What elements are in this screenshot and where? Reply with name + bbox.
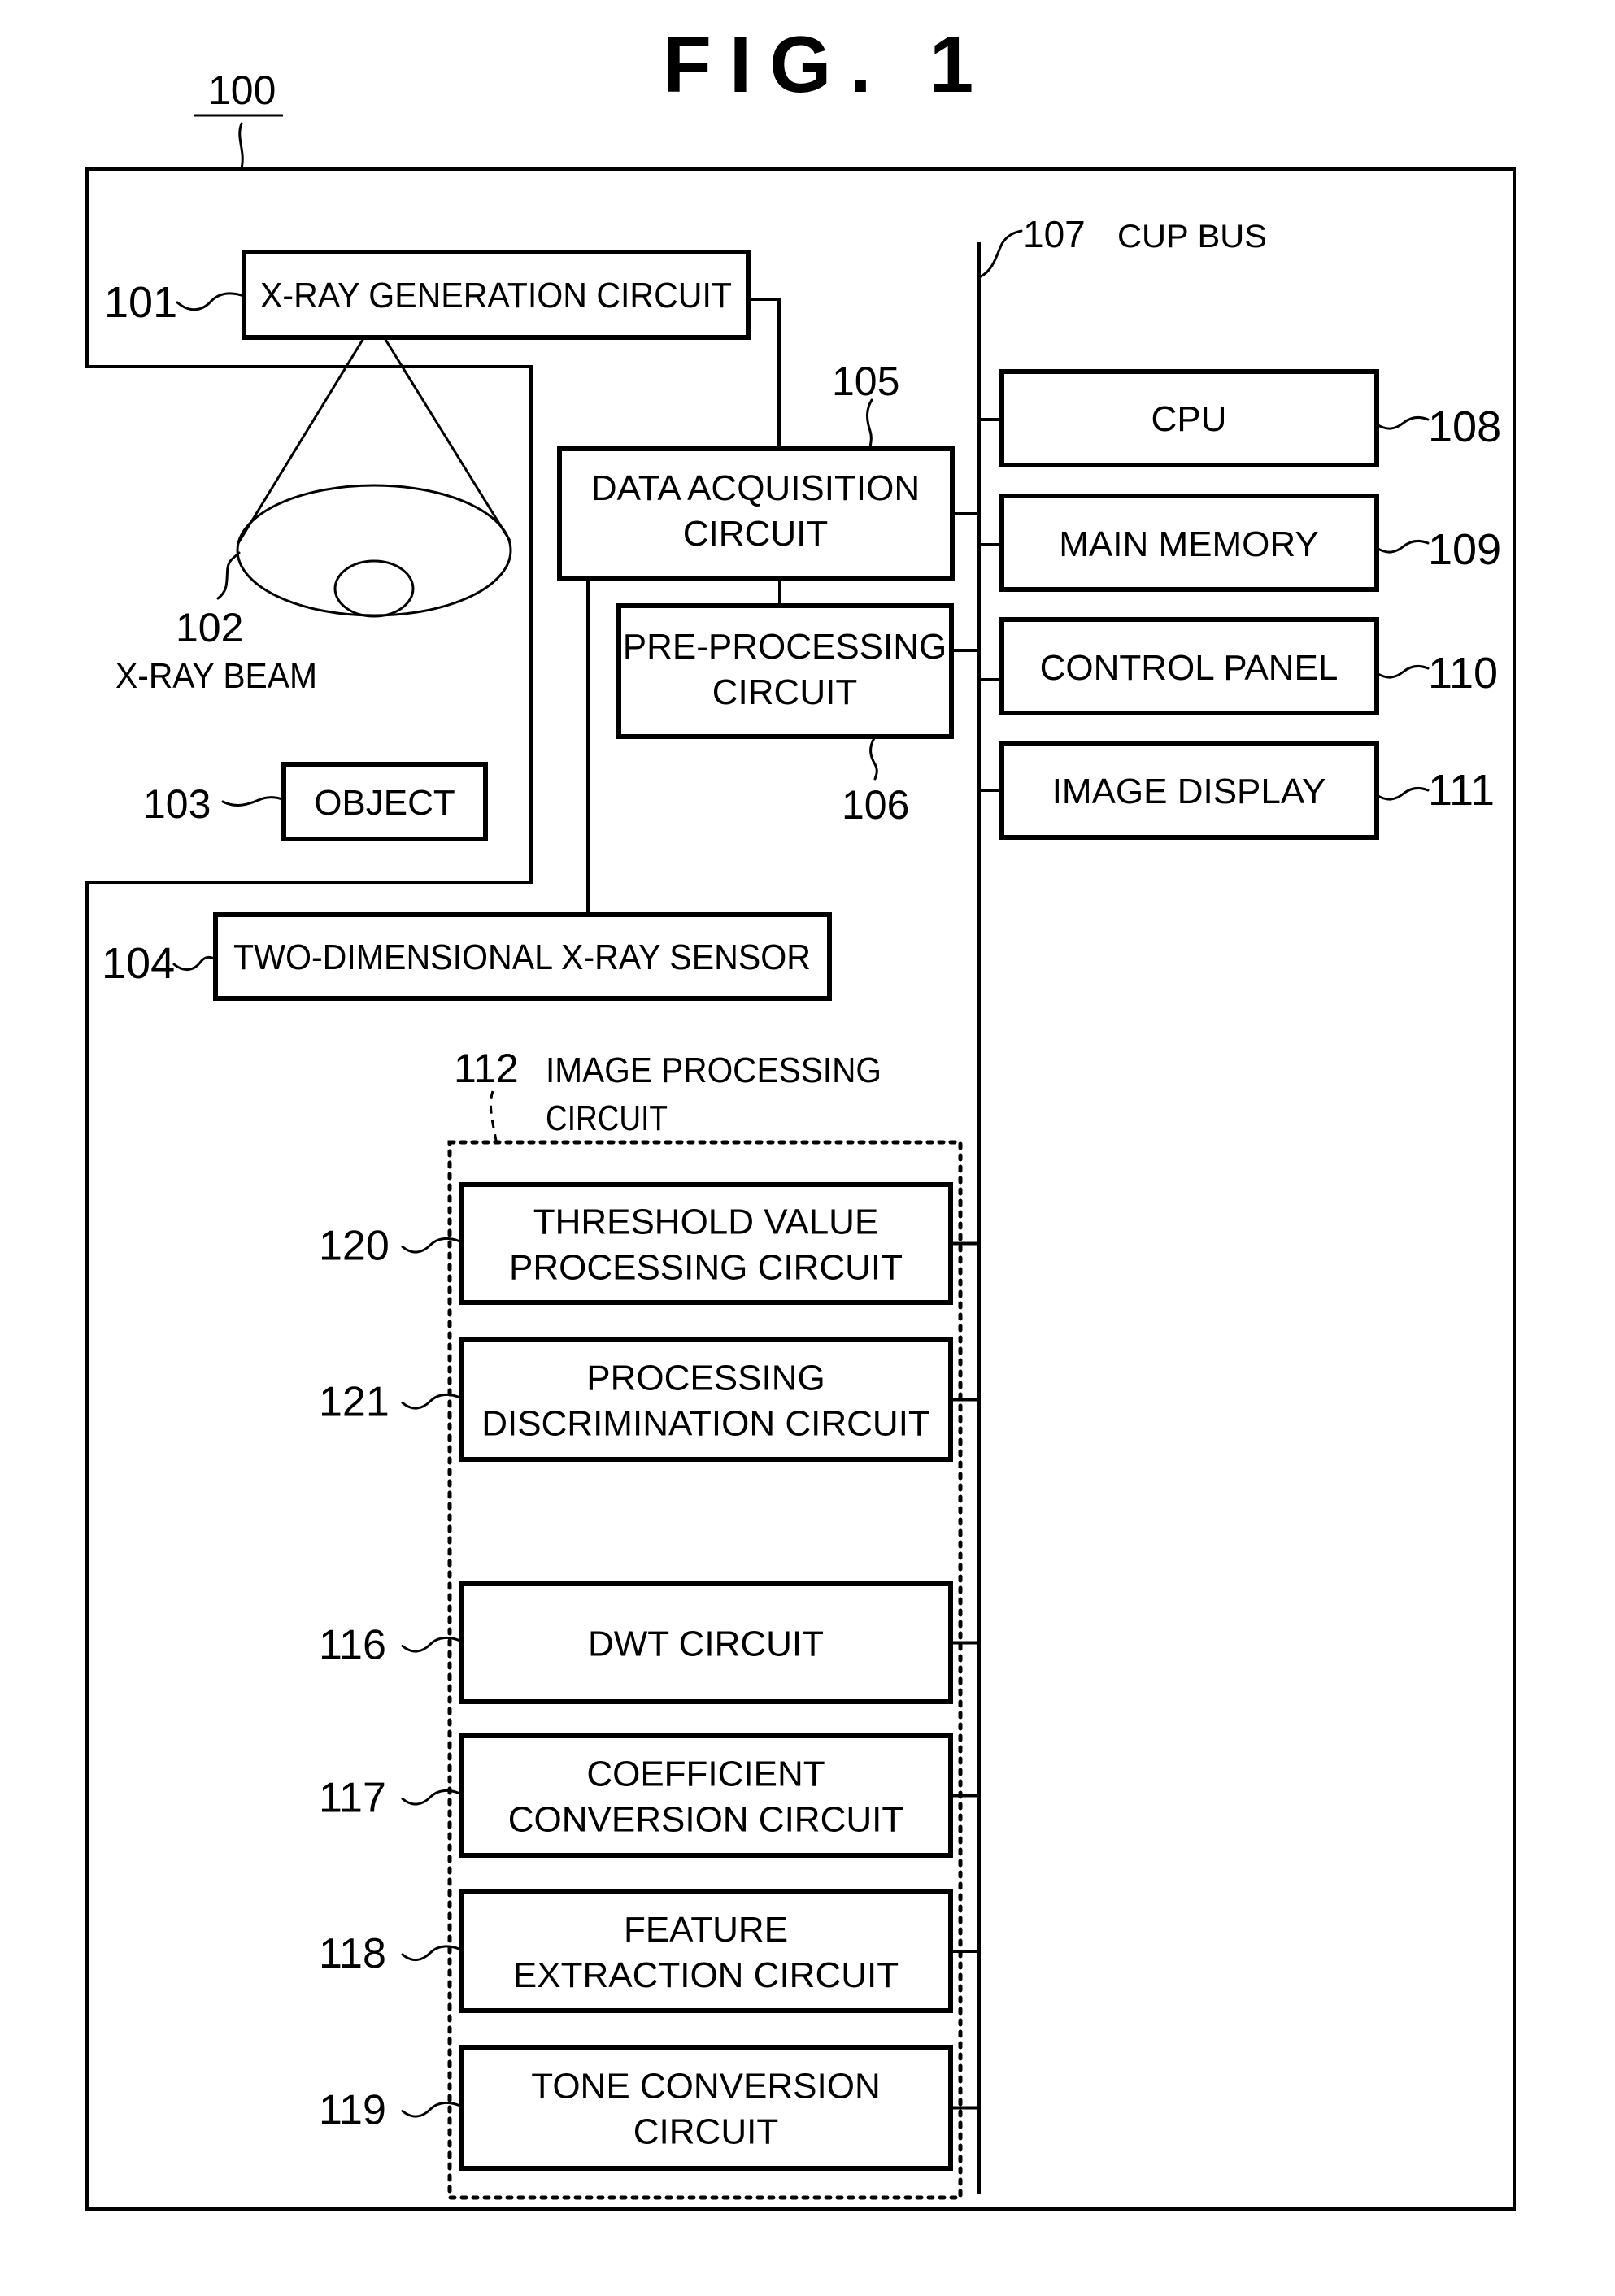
wire-xray-to-daq [748, 298, 781, 449]
image-display-ref: 111 [1428, 766, 1495, 815]
feature-extraction-leader [401, 1945, 463, 1961]
pre-processing-label-line2: CIRCUIT [712, 672, 857, 712]
tone-conversion-ref: 119 [319, 2087, 386, 2134]
cpu-label: CPU [1151, 399, 1227, 439]
sensor-label: TWO-DIMENSIONAL X-RAY SENSOR [233, 937, 811, 977]
main-memory-leader [1375, 539, 1430, 554]
block-diagram: FIG. 1 100 X-RAY GENERATION CIRCUIT 101 … [85, 20, 1516, 2211]
feature-extraction-label-line2: EXTRACTION CIRCUIT [513, 1955, 899, 1995]
xray-generation-label: X-RAY GENERATION CIRCUIT [260, 276, 732, 315]
pre-processing-box [616, 603, 954, 739]
object-leader [221, 796, 285, 807]
feature-extraction-ref: 118 [319, 1930, 386, 1977]
coefficient-conversion-ref: 117 [319, 1775, 386, 1822]
data-acquisition-ref: 105 [832, 359, 899, 404]
object: OBJECT 103 [143, 762, 488, 841]
threshold-value-processing-circuit: THRESHOLD VALUE PROCESSING CIRCUIT 120 [319, 1182, 979, 1305]
feature-extraction-circuit: FEATURE EXTRACTION CIRCUIT 118 [319, 1889, 979, 2013]
tone-conversion-label-line1: TONE CONVERSION [531, 2067, 880, 2107]
system-ref-leader [238, 122, 244, 170]
main-memory: MAIN MEMORY 109 [979, 494, 1501, 592]
control-panel-ref: 110 [1428, 649, 1498, 698]
control-panel-label: CONTROL PANEL [1040, 648, 1339, 688]
xray-generation-circuit: X-RAY GENERATION CIRCUIT 101 [104, 250, 751, 340]
tone-conversion-circuit: TONE CONVERSION CIRCUIT 119 [319, 2045, 979, 2171]
image-display-label: IMAGE DISPLAY [1052, 772, 1326, 811]
xray-beam-caption: X-RAY BEAM [115, 656, 317, 696]
beam-edge-left [237, 320, 376, 544]
beam-footprint-ellipse [236, 484, 512, 617]
main-memory-label: MAIN MEMORY [1059, 524, 1318, 564]
cpu: CPU 108 [979, 369, 1501, 467]
object-shadow-ellipse [333, 559, 415, 618]
image-display-leader [1375, 786, 1430, 801]
processing-discrimination-label-line2: DISCRIMINATION CIRCUIT [481, 1404, 930, 1444]
threshold-value-processing-label-line1: THRESHOLD VALUE [533, 1202, 879, 1242]
bus-ref: 107 [1023, 213, 1086, 255]
coefficient-conversion-label-line1: COEFFICIENT [586, 1755, 825, 1794]
xray-generation-leader [176, 292, 246, 311]
sensor-ref: 104 [102, 939, 175, 988]
xray-beam-ref: 102 [176, 605, 243, 650]
dwt-leader [401, 1636, 463, 1653]
system-ref-label: 100 [208, 67, 276, 113]
tone-conversion-label-line2: CIRCUIT [633, 2112, 778, 2152]
data-acquisition-label-line1: DATA ACQUISITION [591, 468, 920, 508]
coefficient-conversion-leader [401, 1789, 463, 1806]
two-dimensional-xray-sensor: TWO-DIMENSIONAL X-RAY SENSOR 104 [102, 912, 832, 1001]
data-acquisition-circuit: DATA ACQUISITION CIRCUIT 105 [557, 359, 955, 581]
image-processing-leader [490, 1090, 498, 1141]
object-label: OBJECT [314, 783, 455, 823]
pre-processing-label-line1: PRE-PROCESSING [623, 627, 947, 667]
control-panel-leader [1375, 664, 1430, 679]
processing-discrimination-circuit: PROCESSING DISCRIMINATION CIRCUIT 121 [319, 1337, 979, 1462]
data-acquisition-leader [866, 398, 873, 450]
pre-processing-circuit: PRE-PROCESSING CIRCUIT 106 [616, 603, 954, 828]
sensor-leader [172, 955, 217, 971]
pre-processing-leader [869, 737, 878, 781]
cpu-ref: 108 [1428, 402, 1501, 451]
dwt-circuit: DWT CIRCUIT 116 [319, 1581, 979, 1704]
processing-discrimination-label-line1: PROCESSING [586, 1359, 825, 1398]
processing-discrimination-ref: 121 [319, 1379, 390, 1426]
data-acquisition-label-line2: CIRCUIT [683, 514, 828, 554]
pre-processing-ref: 106 [842, 782, 909, 828]
dwt-ref: 116 [319, 1622, 386, 1669]
feature-extraction-label-line1: FEATURE [624, 1910, 788, 1950]
image-processing-blocks: THRESHOLD VALUE PROCESSING CIRCUIT 120 PROC… [319, 1182, 979, 2171]
coefficient-conversion-label-line2: CONVERSION CIRCUIT [508, 1800, 903, 1840]
threshold-value-processing-label-line2: PROCESSING CIRCUIT [509, 1248, 903, 1288]
image-display: IMAGE DISPLAY 111 [979, 741, 1495, 840]
dwt-label-line1: DWT CIRCUIT [588, 1624, 824, 1664]
bus-caption: CUP BUS [1117, 219, 1267, 254]
beam-edge-right [372, 320, 511, 541]
control-panel: CONTROL PANEL 110 [979, 617, 1498, 715]
threshold-value-processing-ref: 120 [319, 1223, 390, 1270]
image-processing-caption-line1: IMAGE PROCESSING [546, 1050, 882, 1090]
image-processing-circuit: 112 IMAGE PROCESSING CIRCUIT THRESHOLD V… [319, 1046, 979, 2200]
xray-beam-leader [216, 551, 241, 600]
cpu-leader [1375, 415, 1430, 430]
image-processing-caption-line2: CIRCUIT [546, 1098, 668, 1138]
xray-generation-ref: 101 [104, 278, 177, 327]
object-ref: 103 [143, 781, 211, 827]
image-processing-ref: 112 [454, 1046, 519, 1091]
tone-conversion-leader [401, 2101, 463, 2118]
bus-leader [979, 229, 1023, 278]
figure-title: FIG. 1 [663, 20, 991, 109]
main-memory-ref: 109 [1428, 525, 1501, 574]
coefficient-conversion-circuit: COEFFICIENT CONVERSION CIRCUIT 117 [319, 1733, 979, 1858]
threshold-value-processing-leader [401, 1237, 463, 1254]
processing-discrimination-leader [401, 1393, 463, 1410]
